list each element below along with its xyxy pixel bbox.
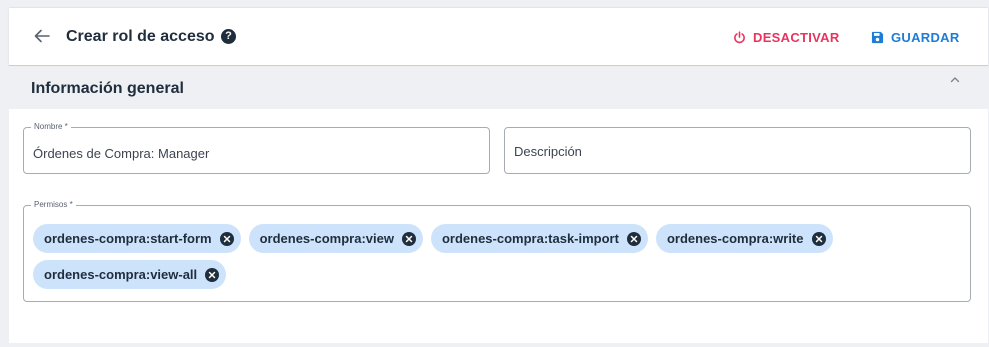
help-icon[interactable]: ? xyxy=(221,29,236,44)
power-icon xyxy=(734,30,745,43)
page-header: Crear rol de acceso ? DESACTIVAR GUARDAR xyxy=(9,8,988,66)
name-field-value: Órdenes de Compra: Manager xyxy=(33,146,210,161)
save-button[interactable]: GUARDAR xyxy=(871,28,960,46)
remove-chip-icon[interactable] xyxy=(401,231,416,246)
permission-chip-label: ordenes-compra:write xyxy=(666,231,804,246)
description-placeholder: Descripción xyxy=(514,144,582,159)
section-header-general-info[interactable]: Información general xyxy=(9,67,988,109)
name-field[interactable]: Nombre * Órdenes de Compra: Manager xyxy=(23,122,490,174)
permission-chip-label: ordenes-compra:view xyxy=(259,231,394,246)
deactivate-label: DESACTIVAR xyxy=(753,29,840,45)
permission-chip[interactable]: ordenes-compra:write xyxy=(655,224,833,253)
name-field-label: Nombre * xyxy=(31,122,71,132)
deactivate-button[interactable]: DESACTIVAR xyxy=(733,28,840,46)
description-field[interactable]: Descripción xyxy=(504,127,971,174)
permission-chip-label: ordenes-compra:task-import xyxy=(441,231,619,246)
remove-chip-icon[interactable] xyxy=(626,231,641,246)
back-button[interactable] xyxy=(31,25,53,47)
chevron-up-icon xyxy=(950,77,960,83)
save-label: GUARDAR xyxy=(891,29,960,45)
arrow-left-icon xyxy=(34,29,50,43)
permission-chip[interactable]: ordenes-compra:task-import xyxy=(430,224,648,253)
permissions-field[interactable]: Permisos * ordenes-compra:start-form ord… xyxy=(23,200,971,302)
permission-chip[interactable]: ordenes-compra:start-form xyxy=(33,224,241,253)
permission-chip[interactable]: ordenes-compra:view-all xyxy=(33,260,227,289)
remove-chip-icon[interactable] xyxy=(219,231,234,246)
permissions-chip-list: ordenes-compra:start-form ordenes-compra… xyxy=(33,224,963,289)
remove-chip-icon[interactable] xyxy=(205,267,220,282)
section-title: Información general xyxy=(31,80,184,97)
permissions-field-label: Permisos * xyxy=(31,200,76,210)
page-title: Crear rol de acceso xyxy=(66,28,215,45)
floppy-disk-icon xyxy=(871,31,884,43)
remove-chip-icon[interactable] xyxy=(811,231,826,246)
permission-chip[interactable]: ordenes-compra:view xyxy=(248,224,423,253)
permission-chip-label: ordenes-compra:start-form xyxy=(44,231,212,246)
permission-chip-label: ordenes-compra:view-all xyxy=(44,267,198,282)
edit-role-card: Crear rol de acceso ? DESACTIVAR GUARDAR… xyxy=(9,7,988,343)
collapse-button[interactable] xyxy=(948,73,962,87)
